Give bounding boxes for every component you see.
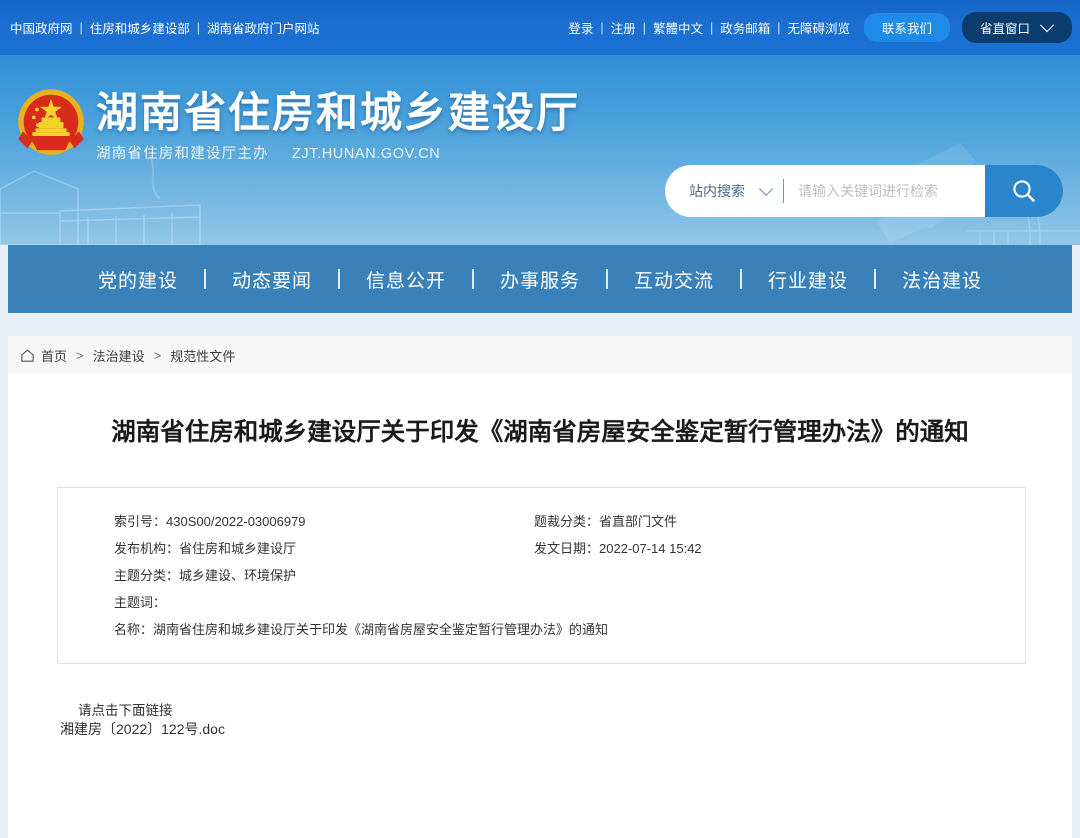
- chevron-down-icon: [759, 182, 773, 196]
- top-separator: |: [777, 21, 780, 35]
- right-edge-strip: [1072, 245, 1080, 838]
- top-left-links: 中国政府网 | 住房和城乡建设部 | 湖南省政府门户网站: [10, 18, 320, 37]
- site-domain: ZJT.HUNAN.GOV.CN: [292, 146, 440, 162]
- nav-separator: [204, 269, 206, 289]
- breadcrumb-item-normative-docs: 规范性文件: [170, 346, 235, 365]
- site-search: 站内搜索: [665, 165, 1063, 217]
- metadata-value: 城乡建设、环境保护: [179, 568, 296, 583]
- top-separator: |: [197, 21, 200, 35]
- metadata-value: 2022-07-14 15:42: [599, 541, 702, 556]
- breadcrumb-item-home[interactable]: 首页: [41, 346, 67, 365]
- metadata-column-left: 索引号：430S00/2022-03006979 发布机构：省住房和城乡建设厅 …: [58, 508, 514, 643]
- breadcrumb-bar: 首页 > 法治建设 > 规范性文件: [8, 336, 1072, 374]
- breadcrumb-separator: >: [154, 348, 162, 363]
- building-silhouette-left: [0, 155, 330, 245]
- site-subtitle: 湖南省住房和建设厅主办 ZJT.HUNAN.GOV.CN: [96, 142, 580, 163]
- top-separator: |: [80, 21, 83, 35]
- metadata-row: 索引号：430S00/2022-03006979: [114, 508, 514, 535]
- top-utility-bar: 中国政府网 | 住房和城乡建设部 | 湖南省政府门户网站 登录 | 注册 | 繁…: [0, 0, 1080, 55]
- main-navigation: 党的建设 动态要闻 信息公开 办事服务 互动交流 行业建设 法治建设: [8, 245, 1072, 313]
- top-separator: |: [710, 21, 713, 35]
- nav-item-news[interactable]: 动态要闻: [206, 266, 338, 293]
- article-body-text: 请点击下面链接: [78, 699, 1072, 719]
- nav-item-services[interactable]: 办事服务: [474, 266, 606, 293]
- traditional-chinese-link[interactable]: 繁體中文: [653, 18, 703, 37]
- nav-item-info-disclosure[interactable]: 信息公开: [340, 266, 472, 293]
- metadata-column-right: 题裁分类：省直部门文件 发文日期：2022-07-14 15:42: [514, 508, 702, 643]
- province-window-dropdown[interactable]: 省直窗口: [962, 12, 1072, 43]
- metadata-row: 名称：湖南省住房和城乡建设厅关于印发《湖南省房屋安全鉴定暂行管理办法》的通知: [114, 616, 514, 643]
- register-link[interactable]: 注册: [611, 18, 636, 37]
- search-input[interactable]: [796, 165, 985, 217]
- search-category-dropdown[interactable]: 站内搜索: [665, 181, 779, 201]
- breadcrumb-separator: >: [76, 348, 84, 363]
- metadata-label: 发布机构：: [114, 541, 179, 556]
- search-category-label: 站内搜索: [689, 181, 745, 201]
- site-brand: 湖南省住房和城乡建设厅 湖南省住房和建设厅主办 ZJT.HUNAN.GOV.CN: [96, 89, 580, 163]
- site-subtitle-text: 湖南省住房和建设厅主办: [96, 146, 269, 162]
- chevron-down-icon: [1040, 18, 1054, 32]
- search-button[interactable]: [985, 165, 1063, 217]
- nav-item-interaction[interactable]: 互动交流: [608, 266, 740, 293]
- metadata-label: 发文日期：: [534, 541, 599, 556]
- metadata-label: 主题词：: [114, 595, 166, 610]
- nav-separator: [472, 269, 474, 289]
- search-icon: [1010, 177, 1038, 205]
- metadata-row: 主题分类：城乡建设、环境保护: [114, 562, 514, 589]
- metadata-value: 省住房和城乡建设厅: [179, 541, 296, 556]
- gov-mail-link[interactable]: 政务邮箱: [720, 18, 770, 37]
- nav-item-rule-of-law[interactable]: 法治建设: [876, 266, 1008, 293]
- accessibility-link[interactable]: 无障碍浏览: [787, 18, 850, 37]
- metadata-row: 发布机构：省住房和城乡建设厅: [114, 535, 514, 562]
- nav-separator: [740, 269, 742, 289]
- left-edge-strip: [0, 245, 8, 838]
- login-link[interactable]: 登录: [568, 18, 593, 37]
- article-content: 湖南省住房和城乡建设厅关于印发《湖南省房屋安全鉴定暂行管理办法》的通知 索引号：…: [8, 374, 1072, 838]
- breadcrumb: 首页 > 法治建设 > 规范性文件: [20, 346, 235, 365]
- site-title: 湖南省住房和城乡建设厅: [96, 89, 580, 136]
- contact-us-button[interactable]: 联系我们: [864, 13, 950, 42]
- top-link-china-gov[interactable]: 中国政府网: [10, 18, 73, 37]
- national-emblem-icon: [12, 83, 90, 161]
- breadcrumb-item-rule-of-law[interactable]: 法治建设: [93, 346, 145, 365]
- metadata-label: 题裁分类：: [534, 514, 599, 529]
- top-link-hunan-portal[interactable]: 湖南省政府门户网站: [207, 18, 320, 37]
- metadata-row: 发文日期：2022-07-14 15:42: [534, 535, 702, 562]
- nav-separator: [606, 269, 608, 289]
- province-window-label: 省直窗口: [980, 18, 1030, 37]
- document-metadata-box: 索引号：430S00/2022-03006979 发布机构：省住房和城乡建设厅 …: [57, 487, 1026, 664]
- top-separator: |: [600, 21, 603, 35]
- metadata-value: 省直部门文件: [599, 514, 677, 529]
- site-banner: 湖南省住房和城乡建设厅 湖南省住房和建设厅主办 ZJT.HUNAN.GOV.CN…: [0, 55, 1080, 245]
- metadata-label: 主题分类：: [114, 568, 179, 583]
- nav-item-industry[interactable]: 行业建设: [742, 266, 874, 293]
- nav-separator: [338, 269, 340, 289]
- page-title: 湖南省住房和城乡建设厅关于印发《湖南省房屋安全鉴定暂行管理办法》的通知: [68, 416, 1012, 450]
- metadata-row: 主题词：: [114, 589, 514, 616]
- metadata-row: 题裁分类：省直部门文件: [534, 508, 702, 535]
- metadata-value: 430S00/2022-03006979: [166, 514, 306, 529]
- nav-separator: [874, 269, 876, 289]
- top-right-links: 登录 | 注册 | 繁體中文 | 政务邮箱 | 无障碍浏览 联系我们 省直窗口: [568, 12, 1072, 43]
- home-icon[interactable]: [20, 348, 35, 363]
- page-root: 中国政府网 | 住房和城乡建设部 | 湖南省政府门户网站 登录 | 注册 | 繁…: [0, 0, 1080, 838]
- top-separator: |: [643, 21, 646, 35]
- metadata-label: 索引号：: [114, 514, 166, 529]
- nav-item-party-building[interactable]: 党的建设: [72, 266, 204, 293]
- attachment-link[interactable]: 湘建房〔2022〕122号.doc: [60, 721, 225, 737]
- metadata-label: 名称：: [114, 622, 153, 637]
- search-divider: [783, 179, 784, 203]
- top-link-mohurd[interactable]: 住房和城乡建设部: [90, 18, 190, 37]
